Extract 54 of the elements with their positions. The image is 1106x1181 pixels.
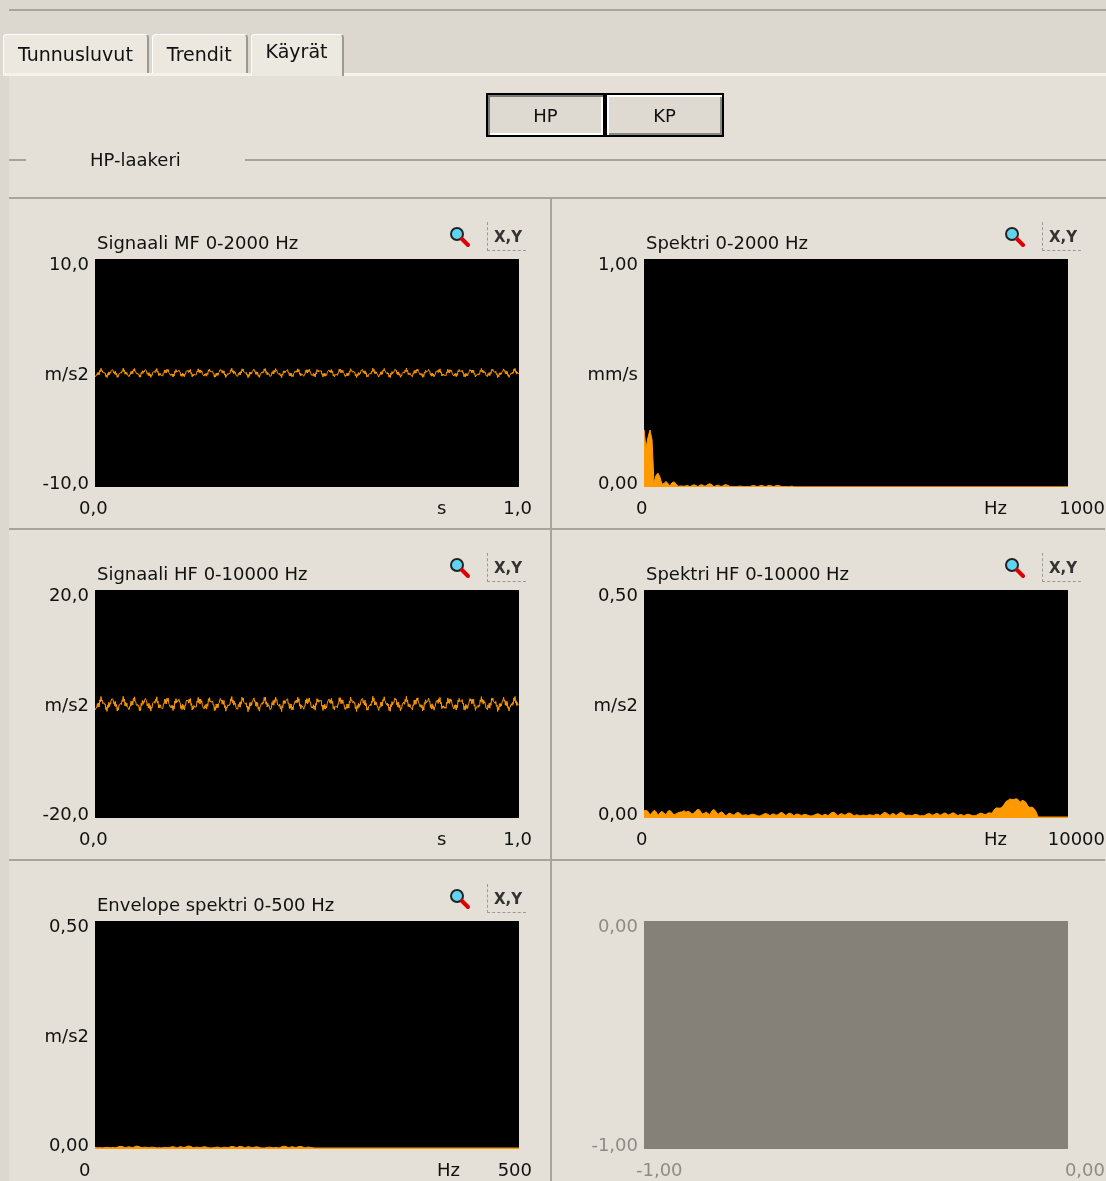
xy-button[interactable]: X,Y: [486, 884, 526, 913]
axis-label: 1,0: [503, 828, 532, 849]
axis-label: 0,0: [79, 828, 108, 849]
axis-unit: Hz: [437, 1159, 460, 1180]
axis-label: 0: [636, 828, 648, 849]
axis-label: 1,00: [597, 253, 638, 274]
zoom-icon[interactable]: [1003, 225, 1026, 248]
xy-button[interactable]: X,Y: [1041, 553, 1081, 582]
axis-label: 1000: [1059, 497, 1105, 518]
axis-label: 0,00: [597, 803, 638, 824]
zoom-icon[interactable]: [448, 556, 471, 579]
chart-title: Envelope spektri 0-500 Hz: [97, 894, 336, 917]
axis-unit: m/s2: [593, 693, 638, 715]
axis-unit: s: [437, 828, 447, 849]
xy-button[interactable]: X,Y: [486, 553, 526, 582]
axis-label: 0,00: [597, 472, 638, 493]
zoom-icon[interactable]: [448, 887, 471, 910]
axis-label: 0,50: [597, 584, 638, 605]
axis-unit: Hz: [984, 828, 1007, 849]
toggle-button[interactable]: KP: [605, 93, 724, 137]
axis-label: -1,00: [591, 1134, 638, 1155]
axis-unit: mm/s: [587, 362, 638, 384]
chart-title: Spektri HF 0-10000 Hz: [646, 563, 851, 586]
axis-label: 10000: [1047, 828, 1105, 849]
axis-label: -10,0: [42, 472, 89, 493]
axis-label: 0,00: [48, 1134, 89, 1155]
tab[interactable]: Tunnusluvut: [3, 34, 149, 73]
axis-label: 0,00: [597, 915, 638, 936]
chart-title: Signaali HF 0-10000 Hz: [97, 563, 309, 586]
xy-button[interactable]: X,Y: [1041, 222, 1081, 251]
axis-label: 500: [497, 1159, 532, 1180]
tab[interactable]: Käyrät: [250, 34, 344, 76]
tab[interactable]: Trendit: [151, 34, 248, 73]
axis-label: 0,0: [79, 497, 108, 518]
axis-label: 1,0: [503, 497, 532, 518]
axis-unit: m/s2: [44, 362, 89, 384]
axis-label: 0,50: [48, 915, 89, 936]
axis-label: 0: [79, 1159, 91, 1180]
chart-title: Spektri 0-2000 Hz: [646, 232, 809, 255]
axis-label: 0: [636, 497, 648, 518]
axis-unit: s: [437, 497, 447, 518]
axis-label: 10,0: [48, 253, 89, 274]
axis-label: -1,00: [636, 1159, 683, 1180]
zoom-icon[interactable]: [1003, 556, 1026, 579]
toggle-button[interactable]: HP: [486, 93, 605, 137]
axis-unit: m/s2: [44, 693, 89, 715]
xy-button[interactable]: X,Y: [486, 222, 526, 251]
zoom-icon[interactable]: [448, 225, 471, 248]
axis-label: 0,00: [1064, 1159, 1105, 1180]
chart-title: Signaali MF 0-2000 Hz: [97, 232, 300, 255]
axis-unit: m/s2: [44, 1024, 89, 1046]
axis-label: -20,0: [42, 803, 89, 824]
axis-label: 20,0: [48, 584, 89, 605]
axis-unit: Hz: [984, 497, 1007, 518]
